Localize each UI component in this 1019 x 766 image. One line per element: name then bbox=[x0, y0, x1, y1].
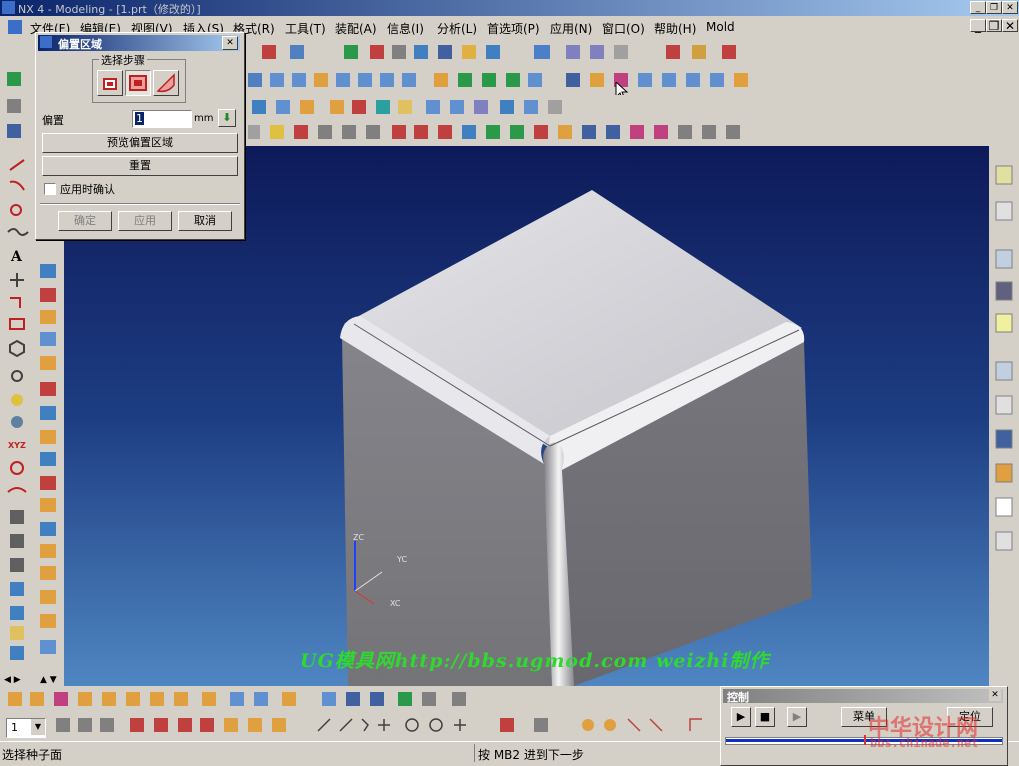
boundary-face-icon bbox=[156, 73, 175, 93]
axis-label-zc: ZC bbox=[353, 533, 365, 542]
dialog-title-bar: 偏置区域 ✕ bbox=[38, 35, 240, 51]
cancel-button[interactable]: 取消 bbox=[178, 211, 232, 231]
layer-select-value: 1 bbox=[11, 721, 18, 734]
axis-label-xc: XC bbox=[390, 599, 401, 608]
selection-toolbar-icons[interactable] bbox=[244, 122, 774, 142]
bottom-toolbar-row-2-icons[interactable] bbox=[50, 715, 720, 737]
face-select-icon bbox=[103, 78, 117, 90]
restore-icon[interactable]: ❐ bbox=[986, 1, 1002, 14]
step-boundary-face-button[interactable] bbox=[153, 70, 179, 96]
dialog-title: 偏置区域 bbox=[58, 38, 102, 51]
doc-close-icon[interactable]: ✕ bbox=[1002, 19, 1018, 32]
feature-icon[interactable] bbox=[4, 70, 28, 90]
seed-face-icon bbox=[129, 75, 147, 91]
selection-steps-label: 选择步骤 bbox=[99, 52, 147, 68]
reset-button[interactable]: 重置 bbox=[42, 156, 238, 176]
next-button[interactable]: ▶ bbox=[787, 707, 807, 727]
document-icon bbox=[8, 20, 22, 34]
status-divider bbox=[474, 744, 475, 762]
timeline-marker[interactable] bbox=[864, 735, 866, 745]
app-icon bbox=[2, 1, 15, 14]
stop-button[interactable]: ■ bbox=[755, 707, 775, 727]
offset-value: 1 bbox=[135, 112, 144, 125]
offset-unit: mm bbox=[194, 113, 214, 124]
preview-offset-region-button[interactable]: 预览偏置区域 bbox=[42, 133, 238, 153]
step-select-face-button[interactable] bbox=[97, 70, 123, 96]
svg-text:XYZ: XYZ bbox=[8, 441, 26, 450]
dialog-separator bbox=[40, 203, 240, 205]
step-seed-face-button[interactable] bbox=[125, 70, 151, 96]
ok-button[interactable]: 确定 bbox=[58, 211, 112, 231]
confirm-on-apply-label: 应用时确认 bbox=[60, 183, 115, 196]
drafting-icon[interactable] bbox=[4, 122, 28, 142]
play-button[interactable]: ▶ bbox=[731, 707, 751, 727]
menu-help[interactable]: 帮助(H) bbox=[654, 20, 696, 37]
menu-tools[interactable]: 工具(T) bbox=[285, 20, 326, 37]
menu-info[interactable]: 信息(I) bbox=[387, 20, 424, 37]
status-hint: 按 MB2 进到下一步 bbox=[478, 748, 584, 762]
offset-label: 偏置 bbox=[42, 114, 64, 127]
status-prompt: 选择种子面 bbox=[2, 748, 63, 762]
close-icon[interactable]: ✕ bbox=[1002, 1, 1018, 14]
watermark-text: UG模具网http://bbs.ugmod.com weizhi制作 bbox=[300, 650, 770, 672]
menu-analysis[interactable]: 分析(L) bbox=[437, 20, 477, 37]
apply-button[interactable]: 应用 bbox=[118, 211, 172, 231]
control-panel-title: 控制 bbox=[727, 691, 749, 704]
window-title-bar: NX 4 - Modeling - [1.prt（修改的）] _ ❐ ✕ bbox=[0, 0, 1019, 16]
chevron-down-icon[interactable]: ▼ bbox=[31, 719, 45, 735]
bottom-toolbar-row-1-icons[interactable] bbox=[4, 689, 504, 711]
feature-toolbar-icons[interactable] bbox=[244, 70, 764, 90]
window-title: NX 4 - Modeling - [1.prt（修改的）] bbox=[18, 3, 201, 16]
standard-toolbar-icons[interactable] bbox=[240, 42, 760, 62]
menu-preferences[interactable]: 首选项(P) bbox=[487, 20, 540, 37]
menu-application[interactable]: 应用(N) bbox=[550, 20, 592, 37]
selection-steps-group: 选择步骤 bbox=[92, 52, 186, 103]
dialog-app-icon bbox=[40, 36, 52, 48]
close-icon[interactable]: ✕ bbox=[222, 36, 238, 50]
svg-text:◀ ▶: ◀ ▶ bbox=[4, 675, 21, 685]
control-panel-title-bar: 控制 ✕ bbox=[723, 689, 1003, 704]
axis-label-yc: YC bbox=[397, 555, 408, 564]
close-icon[interactable]: ✕ bbox=[989, 689, 1001, 701]
offset-input[interactable]: 1 bbox=[132, 110, 192, 128]
layout-icon[interactable] bbox=[4, 97, 28, 117]
layer-select[interactable]: 1 ▼ bbox=[6, 718, 46, 738]
confirm-on-apply-checkbox[interactable] bbox=[44, 183, 56, 195]
menu-assembly[interactable]: 装配(A) bbox=[335, 20, 377, 37]
doc-minimize-icon[interactable]: _ bbox=[970, 19, 986, 32]
svg-text:▲ ▼: ▲ ▼ bbox=[40, 675, 57, 685]
resource-bar-icons[interactable] bbox=[989, 146, 1019, 686]
resource-bar bbox=[989, 146, 1019, 686]
edit-feature-toolbar-icons[interactable] bbox=[246, 97, 586, 117]
watermark-chinade-url: bbs.chinade.net bbox=[870, 736, 979, 750]
menu-mold[interactable]: Mold bbox=[706, 20, 735, 34]
menu-window[interactable]: 窗口(O) bbox=[602, 20, 645, 37]
offset-region-dialog: 偏置区域 ✕ 选择步骤 偏置 1 mm ⬇ 预览偏置区域 重置 应用时确认 确定… bbox=[35, 32, 245, 240]
svg-text:A: A bbox=[10, 249, 23, 265]
minimize-icon[interactable]: _ bbox=[970, 1, 986, 14]
doc-restore-icon[interactable]: ❐ bbox=[986, 19, 1002, 32]
offset-menu-arrow-icon[interactable]: ⬇ bbox=[218, 109, 236, 127]
